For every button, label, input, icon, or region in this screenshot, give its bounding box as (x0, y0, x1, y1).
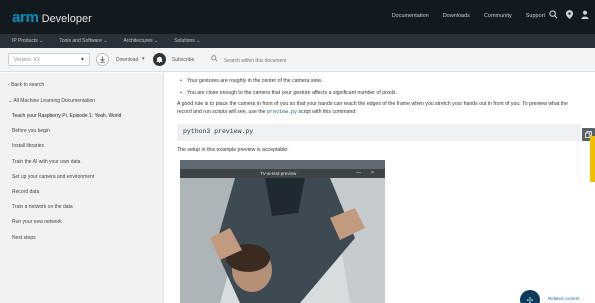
camera-preview-window: TV-ai-test-preview — × (180, 160, 385, 303)
subnav-tools-software[interactable]: Tools and Software ⌄ (59, 38, 107, 44)
preview-title: TV-ai-test-preview (260, 171, 297, 176)
logo-developer-text: Developer (41, 13, 92, 25)
location-pin-icon[interactable] (566, 10, 573, 22)
back-to-search-link[interactable]: ‹ Back to search (8, 82, 44, 88)
subscribe-bell-icon[interactable] (153, 53, 166, 66)
download-chevron-icon[interactable]: ▾ (142, 56, 145, 62)
camera-preview-image (180, 178, 385, 303)
top-icons (549, 10, 589, 22)
doc-search-input[interactable] (224, 56, 374, 65)
bullet-gesture-center: Your gestures are roughly in the center … (180, 77, 322, 85)
back-to-search-label: Back to search (11, 82, 45, 88)
assistant-icon[interactable]: ✣ (520, 290, 540, 303)
subnav-architectures[interactable]: Architectures ⌄ (123, 38, 158, 44)
nav-community[interactable]: Community (484, 13, 512, 19)
search-icon[interactable] (549, 10, 558, 22)
paragraph-setup-acceptable: The setup in this example preview is acc… (177, 147, 289, 153)
secondary-nav: IP Products ⌄ Tools and Software ⌄ Archi… (0, 34, 595, 48)
preview-titlebar: TV-ai-test-preview — × (180, 169, 385, 178)
nav-support[interactable]: Support (526, 13, 545, 19)
document-toolbar: Version: XX ▾ Download ▾ Subscribe (0, 48, 595, 72)
user-icon[interactable] (581, 10, 589, 22)
subnav-solutions[interactable]: Solutions ⌄ (174, 38, 200, 44)
doc-search-icon (211, 55, 218, 64)
sidebar-item-record-data[interactable]: Record data (12, 189, 39, 195)
chevron-down-icon: ▾ (80, 57, 84, 63)
sidebar-item-train-a-network[interactable]: Train a network on the data (12, 204, 73, 210)
bullet-gesture-close: You are close enough to the camera that … (180, 89, 397, 97)
version-select[interactable]: Version: XX ▾ (8, 53, 90, 66)
section-toggle[interactable]: ⌄ All Machine Learning Documentation (8, 98, 95, 104)
sidebar-item-before-you-begin[interactable]: Before you begin (12, 128, 50, 134)
section-label: All Machine Learning Documentation (13, 98, 96, 104)
minimize-icon: — (356, 170, 361, 176)
paragraph-text-b: script with this command: (298, 109, 357, 115)
paragraph-text-a: A good rule is to place the camera in fr… (177, 101, 568, 115)
subnav-ip-products[interactable]: IP Products ⌄ (12, 38, 43, 44)
code-block: python3 preview.py (177, 124, 581, 141)
logo-arm-text: arm (12, 9, 39, 26)
code-command[interactable]: python3 preview.py (183, 128, 253, 135)
sidebar-item-set-up-camera[interactable]: Set up your camera and environment (12, 174, 94, 180)
feedback-tab[interactable] (590, 136, 595, 182)
inline-code-preview: preview.py (266, 109, 297, 115)
top-nav: Documentation Downloads Community Suppor… (392, 13, 545, 19)
assistant-label[interactable]: Related content (548, 296, 580, 301)
paragraph-camera-placement: A good rule is to place the camera in fr… (177, 100, 582, 116)
sidebar-item-train-the-ai[interactable]: Train the AI with your own data (12, 159, 80, 165)
arm-developer-logo[interactable]: arm Developer (12, 9, 92, 26)
sidebar: ‹ Back to search ⌄ All Machine Learning … (0, 73, 164, 303)
download-button[interactable]: Download (116, 57, 138, 63)
version-select-value: Version: XX (14, 57, 41, 63)
top-bar: arm Developer Documentation Downloads Co… (0, 0, 595, 34)
sidebar-item-install-libraries[interactable]: Install libraries (12, 143, 44, 149)
nav-downloads[interactable]: Downloads (443, 13, 470, 19)
download-icon[interactable] (96, 53, 109, 66)
close-icon: × (371, 170, 374, 176)
sidebar-item-teach-your-raspberry-pi[interactable]: Teach your Raspberry Pi, Episode 1: Yeah… (12, 113, 121, 119)
sidebar-item-run-your-new-network[interactable]: Run your new network (12, 219, 62, 225)
nav-documentation[interactable]: Documentation (392, 13, 429, 19)
subscribe-button[interactable]: Subscribe (172, 57, 194, 63)
sidebar-item-next-steps[interactable]: Next steps (12, 235, 36, 241)
